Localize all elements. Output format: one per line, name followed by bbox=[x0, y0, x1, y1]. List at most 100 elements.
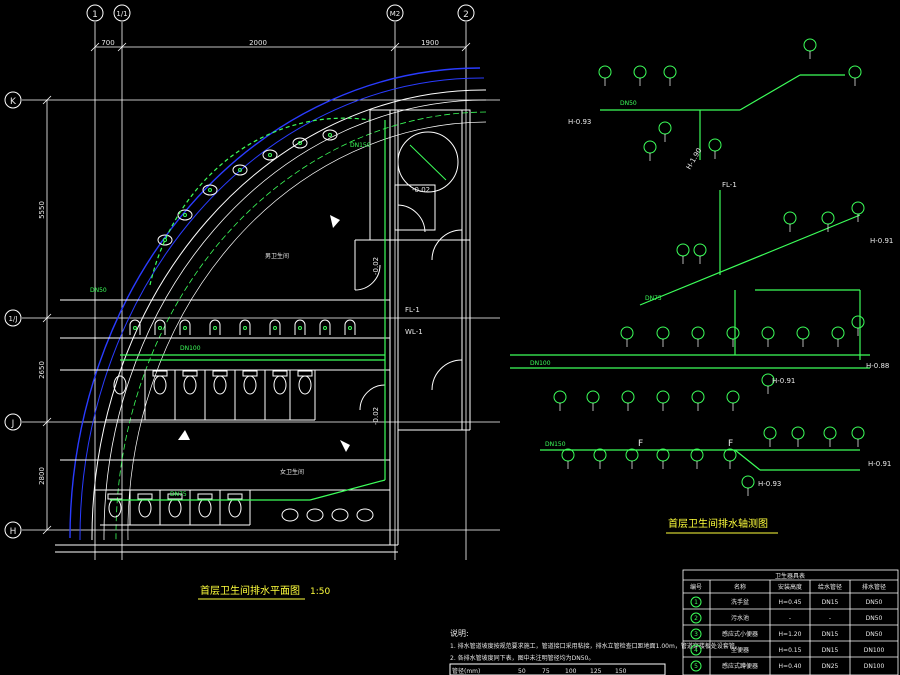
axis-bubble-row-k: K bbox=[4, 91, 22, 109]
legend-cell: H=0.15 bbox=[779, 647, 802, 654]
iso-elev-3: H-0.88 bbox=[866, 362, 889, 370]
fixture-tag-bubble bbox=[586, 390, 600, 411]
legend-cell: 3 bbox=[694, 631, 698, 638]
legend-cell: H=0.40 bbox=[779, 663, 802, 670]
legend-cell: DN50 bbox=[866, 599, 883, 606]
toilet-fixture bbox=[137, 493, 153, 518]
iso-pipe-fl: FL-1 bbox=[722, 181, 737, 189]
fixture-tag-bubble bbox=[791, 426, 805, 447]
pipe-label-dn50: DN50 bbox=[90, 287, 107, 294]
fixture-tag-bubble bbox=[691, 390, 705, 411]
fixture-tag-bubble bbox=[598, 65, 612, 86]
svg-text:首层卫生间排水平面图: 首层卫生间排水平面图 bbox=[200, 584, 300, 597]
notes-line-1: 2. 各排水管坡度同下表，图中未注明管径均为DN50。 bbox=[450, 654, 594, 662]
legend-cell: H=0.45 bbox=[779, 599, 802, 606]
elev-label-2: -0.02 bbox=[372, 407, 380, 425]
fixture-tag-bubble bbox=[723, 448, 737, 469]
round-fixture bbox=[397, 131, 459, 193]
fixture-tag-bubble bbox=[848, 65, 862, 86]
urinal-fixture bbox=[209, 319, 221, 335]
iso-pipe-dn150: DN150 bbox=[545, 441, 566, 448]
axis-bubble-row-j: J bbox=[4, 413, 22, 431]
fixture-tag-bubble bbox=[851, 315, 865, 336]
toilet-fixture bbox=[107, 493, 123, 518]
legend-cell: DN100 bbox=[864, 663, 885, 670]
svg-text:M2: M2 bbox=[390, 10, 401, 18]
fixture-tag-bubble bbox=[625, 448, 639, 469]
toilet-fixture bbox=[212, 370, 228, 395]
flow-arrows bbox=[178, 215, 350, 452]
slope-cell-5: 150 bbox=[615, 668, 627, 675]
fixture-tag-bubble bbox=[656, 448, 670, 469]
washbasin-fixture bbox=[306, 508, 324, 522]
iso-pipe-dn75: DN75 bbox=[645, 295, 662, 302]
slope-cell-0: 管径(mm) bbox=[452, 667, 480, 675]
toilet-fixture bbox=[182, 370, 198, 395]
iso-elev-0: H-0.93 bbox=[568, 118, 591, 126]
legend-cell: DN50 bbox=[866, 615, 883, 622]
axis-bubble-col-2: 2 bbox=[457, 4, 475, 22]
legend-cell: 坐便器 bbox=[731, 646, 749, 654]
dim-top-1: 2000 bbox=[249, 39, 267, 47]
plan-title: 首层卫生间排水平面图 1:50 bbox=[198, 584, 330, 600]
fixture-tag-bubble bbox=[821, 211, 835, 232]
washbasin-fixture bbox=[262, 149, 278, 161]
legend-cell: 感应式蹲便器 bbox=[722, 662, 758, 670]
drawing-canvas: 1 1/1 M2 2 K 1/J J H 700 2000 1900 5550 … bbox=[4, 4, 899, 675]
dim-top-0: 700 bbox=[101, 39, 114, 47]
axis-bubble-row-1-j: 1/J bbox=[4, 309, 22, 327]
washbasin-fixture bbox=[331, 508, 349, 522]
legend-table: 卫生器具表 编号 名称 安装高度 给水管径 排水管径 1 洗手盆 H=0.45 DN1… bbox=[682, 569, 899, 675]
fixture-tag-bubble bbox=[553, 390, 567, 411]
legend-cell: 感应式小便器 bbox=[722, 630, 758, 638]
axis-bubble-col-1-1: 1/1 bbox=[113, 4, 131, 22]
legend-cell: DN15 bbox=[822, 599, 839, 606]
urinal-fixture bbox=[294, 319, 306, 335]
iso-elev-4: H-0.91 bbox=[772, 377, 795, 385]
legend-header-1: 名称 bbox=[734, 583, 746, 591]
legend-header-2: 安装高度 bbox=[778, 583, 802, 591]
iso-cleanout-0: F bbox=[638, 439, 643, 449]
legend-cell: DN15 bbox=[822, 647, 839, 654]
legend-cell: 2 bbox=[694, 615, 698, 622]
toilet-fixture bbox=[227, 493, 243, 518]
washbasin-fixture bbox=[356, 508, 374, 522]
axis-bubble-col-m2: M2 bbox=[386, 4, 404, 22]
washbasin-fixture bbox=[281, 508, 299, 522]
iso-elev-6: H-0.91 bbox=[868, 460, 891, 468]
urinal-fixture bbox=[269, 319, 281, 335]
legend-cell: 污水池 bbox=[731, 614, 749, 622]
iso-pipe-dn50: DN50 bbox=[620, 100, 637, 107]
urinal-fixture bbox=[154, 319, 166, 335]
legend-cell: DN15 bbox=[822, 631, 839, 638]
fixture-tag-bubble bbox=[851, 201, 865, 222]
svg-text:1:50: 1:50 bbox=[310, 587, 330, 597]
fixture-tag-bubble bbox=[851, 426, 865, 447]
fixture-tag-bubble bbox=[726, 326, 740, 347]
fixture-tag-bubble bbox=[658, 121, 672, 142]
iso-pipe-dn100: DN100 bbox=[530, 360, 551, 367]
axis-bubble-row-h: H bbox=[4, 521, 22, 539]
pipe-label-dn75: DN75 bbox=[170, 491, 187, 498]
dim-left-1: 2650 bbox=[38, 361, 46, 379]
legend-cell: 5 bbox=[694, 663, 698, 670]
urinal-fixture bbox=[344, 319, 356, 335]
slope-table bbox=[449, 663, 666, 675]
toilet-fixture bbox=[152, 370, 168, 395]
pipe-label-dn100: DN100 bbox=[180, 345, 201, 352]
isometric-labels: H-0.93 H-1.90 H-0.91 H-0.88 H-0.91 H-0.9… bbox=[530, 100, 893, 488]
cad-drawing: 1 1/1 M2 2 K 1/J J H 700 2000 1900 5550 … bbox=[0, 0, 900, 675]
isometric-pipes bbox=[510, 74, 870, 471]
fixture-tag-bubble bbox=[693, 243, 707, 264]
toilet-fixture bbox=[197, 493, 213, 518]
fixture-tag-bubble bbox=[796, 326, 810, 347]
urinal-fixture bbox=[319, 319, 331, 335]
fixture-tag-bubble bbox=[656, 326, 670, 347]
fixture-tag-bubble bbox=[831, 326, 845, 347]
slope-cell-2: 75 bbox=[542, 668, 550, 675]
urinal-fixture bbox=[179, 319, 191, 335]
room-label-1: 女卫生间 bbox=[280, 468, 304, 476]
iso-elev-1: H-1.90 bbox=[685, 147, 704, 171]
iso-cleanout-1: F bbox=[728, 439, 733, 449]
fixture-tag-bubble bbox=[726, 390, 740, 411]
